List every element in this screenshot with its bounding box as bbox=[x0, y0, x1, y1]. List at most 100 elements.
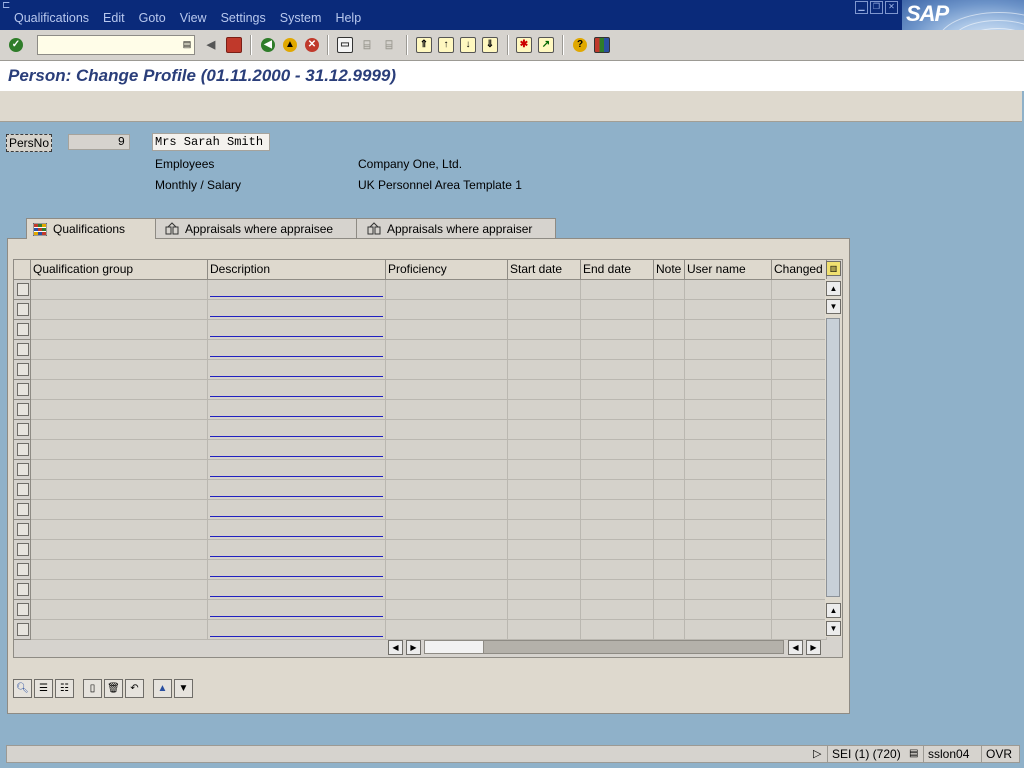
sort-ascending-icon[interactable]: ▲ bbox=[153, 679, 172, 698]
table-cell[interactable] bbox=[772, 440, 827, 460]
layout-icon[interactable] bbox=[593, 36, 611, 54]
row-selector[interactable] bbox=[14, 580, 31, 600]
table-cell[interactable] bbox=[654, 580, 685, 600]
table-cell[interactable] bbox=[685, 380, 772, 400]
cancel-icon[interactable]: ✕ bbox=[303, 36, 321, 54]
table-cell[interactable] bbox=[685, 600, 772, 620]
table-cell[interactable] bbox=[685, 580, 772, 600]
tab-appraisals-appraisee[interactable]: Appraisals where appraisee bbox=[150, 218, 360, 238]
column-header[interactable]: End date bbox=[581, 260, 654, 280]
table-cell[interactable] bbox=[654, 600, 685, 620]
table-cell[interactable] bbox=[581, 320, 654, 340]
table-cell[interactable] bbox=[508, 500, 581, 520]
table-cell[interactable] bbox=[581, 300, 654, 320]
table-cell[interactable] bbox=[581, 440, 654, 460]
select-all-icon[interactable]: ☰ bbox=[34, 679, 53, 698]
row-selector[interactable] bbox=[14, 540, 31, 560]
restore-icon[interactable]: ❐ bbox=[870, 1, 883, 14]
table-cell[interactable] bbox=[508, 320, 581, 340]
row-selector[interactable] bbox=[14, 460, 31, 480]
table-cell[interactable] bbox=[386, 400, 508, 420]
table-cell[interactable] bbox=[581, 520, 654, 540]
vertical-scroll-track[interactable] bbox=[826, 318, 840, 597]
table-cell[interactable] bbox=[654, 540, 685, 560]
table-cell[interactable] bbox=[685, 400, 772, 420]
row-selector[interactable] bbox=[14, 520, 31, 540]
menu-help[interactable]: Help bbox=[335, 11, 361, 25]
row-selector[interactable] bbox=[14, 500, 31, 520]
table-cell[interactable] bbox=[581, 360, 654, 380]
status-expand-icon[interactable]: ▷ bbox=[813, 746, 821, 762]
menu-view[interactable]: View bbox=[180, 11, 207, 25]
table-cell[interactable] bbox=[31, 440, 208, 460]
table-cell[interactable] bbox=[31, 600, 208, 620]
description-cell[interactable] bbox=[208, 460, 386, 480]
table-cell[interactable] bbox=[772, 460, 827, 480]
exit-icon[interactable]: ▲ bbox=[281, 36, 299, 54]
back-arrow-icon[interactable]: ◀ bbox=[202, 36, 220, 54]
table-cell[interactable] bbox=[581, 600, 654, 620]
table-cell[interactable] bbox=[508, 440, 581, 460]
row-selector[interactable] bbox=[14, 420, 31, 440]
table-cell[interactable] bbox=[654, 300, 685, 320]
column-header[interactable]: Qualification group bbox=[31, 260, 208, 280]
table-cell[interactable] bbox=[386, 540, 508, 560]
table-cell[interactable] bbox=[581, 620, 654, 640]
table-cell[interactable] bbox=[31, 620, 208, 640]
back-icon[interactable]: ◀ bbox=[259, 36, 277, 54]
table-cell[interactable] bbox=[654, 500, 685, 520]
table-cell[interactable] bbox=[386, 500, 508, 520]
scroll-down-icon[interactable]: ▼ bbox=[826, 299, 841, 314]
command-input[interactable] bbox=[38, 36, 174, 52]
table-cell[interactable] bbox=[685, 360, 772, 380]
minimize-icon[interactable]: ▁ bbox=[855, 1, 868, 14]
row-selector[interactable] bbox=[14, 480, 31, 500]
table-cell[interactable] bbox=[581, 280, 654, 300]
last-page-icon[interactable]: ⇓ bbox=[481, 36, 499, 54]
table-cell[interactable] bbox=[772, 400, 827, 420]
table-cell[interactable] bbox=[508, 480, 581, 500]
table-cell[interactable] bbox=[31, 460, 208, 480]
enter-icon[interactable]: ✓ bbox=[7, 36, 25, 54]
horizontal-scroll-thumb[interactable] bbox=[424, 640, 484, 654]
column-header[interactable]: User name bbox=[685, 260, 772, 280]
table-cell[interactable] bbox=[772, 380, 827, 400]
row-selector[interactable] bbox=[14, 380, 31, 400]
filter-icon[interactable]: ▼ bbox=[174, 679, 193, 698]
table-cell[interactable] bbox=[685, 440, 772, 460]
table-cell[interactable] bbox=[31, 360, 208, 380]
save-icon[interactable] bbox=[225, 36, 243, 54]
scroll-left-end-icon[interactable]: ◀ bbox=[788, 640, 803, 655]
column-header[interactable]: Proficiency bbox=[386, 260, 508, 280]
table-cell[interactable] bbox=[31, 520, 208, 540]
table-cell[interactable] bbox=[772, 480, 827, 500]
table-cell[interactable] bbox=[772, 320, 827, 340]
row-selector[interactable] bbox=[14, 300, 31, 320]
table-cell[interactable] bbox=[581, 540, 654, 560]
table-cell[interactable] bbox=[654, 400, 685, 420]
new-entry-icon[interactable]: ▯ bbox=[83, 679, 102, 698]
table-cell[interactable] bbox=[581, 500, 654, 520]
table-cell[interactable] bbox=[581, 560, 654, 580]
table-cell[interactable] bbox=[685, 320, 772, 340]
menu-settings[interactable]: Settings bbox=[221, 11, 266, 25]
description-cell[interactable] bbox=[208, 580, 386, 600]
table-cell[interactable] bbox=[386, 520, 508, 540]
menu-goto[interactable]: Goto bbox=[139, 11, 166, 25]
table-cell[interactable] bbox=[772, 580, 827, 600]
table-cell[interactable] bbox=[386, 380, 508, 400]
table-cell[interactable] bbox=[386, 600, 508, 620]
scroll-right-icon[interactable]: ▶ bbox=[406, 640, 421, 655]
table-cell[interactable] bbox=[685, 500, 772, 520]
table-cell[interactable] bbox=[508, 580, 581, 600]
table-cell[interactable] bbox=[772, 520, 827, 540]
description-cell[interactable] bbox=[208, 540, 386, 560]
undo-icon[interactable]: ↶ bbox=[125, 679, 144, 698]
table-cell[interactable] bbox=[508, 380, 581, 400]
table-cell[interactable] bbox=[508, 460, 581, 480]
table-cell[interactable] bbox=[772, 300, 827, 320]
system-info-icon[interactable]: ▤ bbox=[909, 748, 918, 759]
command-history-icon[interactable]: ▤ bbox=[182, 38, 192, 50]
table-cell[interactable] bbox=[654, 280, 685, 300]
row-selector[interactable] bbox=[14, 340, 31, 360]
